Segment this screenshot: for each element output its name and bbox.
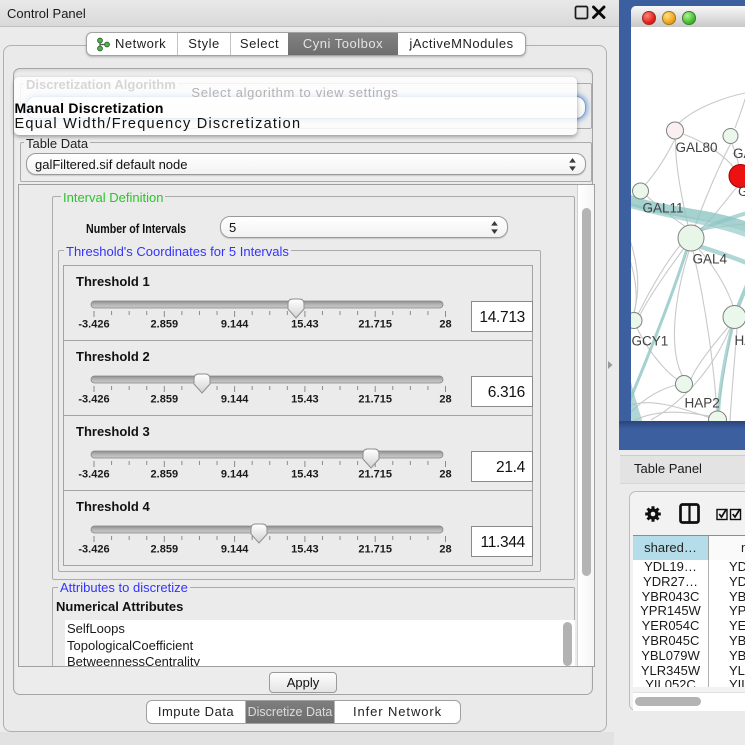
svg-text:GAL80: GAL80 — [676, 140, 718, 155]
svg-text:-3.426: -3.426 — [78, 394, 109, 406]
svg-text:15.43: 15.43 — [291, 469, 319, 481]
svg-text:GA: GA — [733, 146, 745, 161]
svg-text:2.859: 2.859 — [151, 469, 179, 481]
svg-text:GCY1: GCY1 — [632, 334, 669, 349]
svg-text:2.859: 2.859 — [151, 544, 179, 556]
svg-text:28: 28 — [439, 544, 451, 556]
svg-text:HAP2: HAP2 — [685, 396, 720, 411]
svg-text:15.43: 15.43 — [291, 394, 319, 406]
svg-text:9.144: 9.144 — [221, 319, 249, 331]
svg-text:21.715: 21.715 — [358, 544, 392, 556]
svg-text:21.715: 21.715 — [358, 319, 392, 331]
svg-text:-3.426: -3.426 — [78, 469, 109, 481]
svg-text:GAL4: GAL4 — [693, 252, 728, 267]
svg-text:15.43: 15.43 — [291, 544, 319, 556]
svg-text:G: G — [738, 184, 745, 199]
svg-text:-3.426: -3.426 — [78, 319, 109, 331]
svg-text:15.43: 15.43 — [291, 319, 319, 331]
svg-text:9.144: 9.144 — [221, 469, 249, 481]
svg-text:2.859: 2.859 — [151, 319, 179, 331]
svg-text:GAL11: GAL11 — [643, 201, 684, 216]
svg-text:21.715: 21.715 — [358, 394, 392, 406]
svg-text:28: 28 — [439, 469, 451, 481]
svg-text:HA: HA — [735, 333, 745, 348]
svg-text:28: 28 — [439, 394, 451, 406]
svg-text:28: 28 — [439, 319, 451, 331]
svg-text:-3.426: -3.426 — [78, 544, 109, 556]
svg-text:21.715: 21.715 — [358, 469, 392, 481]
svg-text:9.144: 9.144 — [221, 544, 249, 556]
svg-text:2.859: 2.859 — [151, 394, 179, 406]
svg-text:9.144: 9.144 — [221, 394, 249, 406]
